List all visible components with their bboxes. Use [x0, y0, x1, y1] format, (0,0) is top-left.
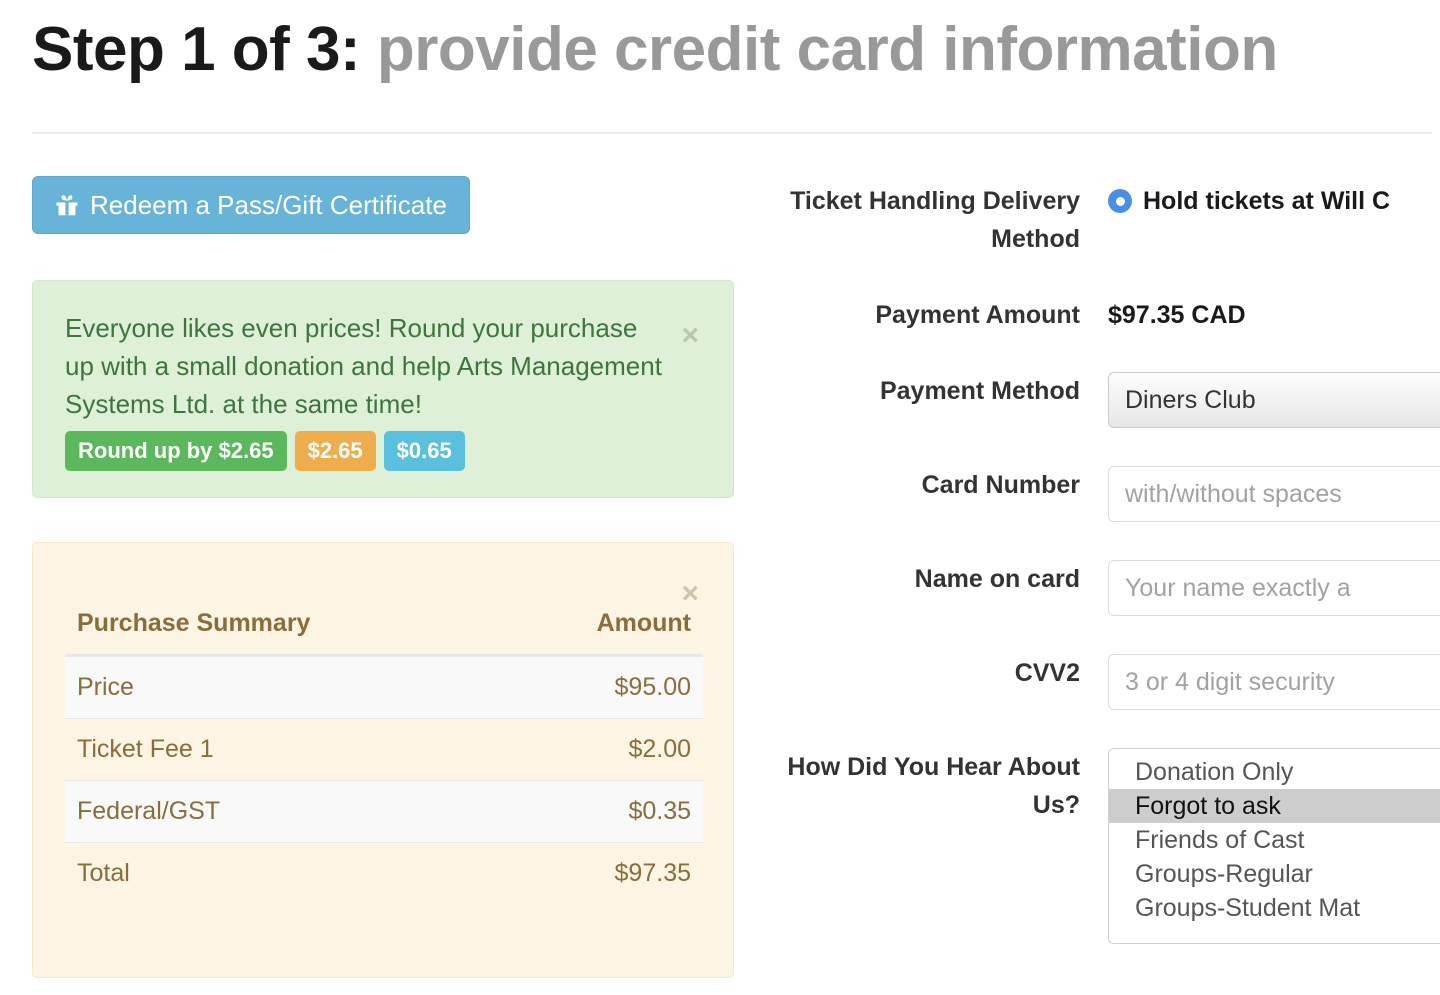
list-item[interactable]: Donation Only: [1109, 755, 1440, 789]
donate-265-button[interactable]: $2.65: [294, 431, 376, 471]
label-delivery-method: Ticket Handling Delivery Method: [790, 187, 1080, 253]
payment-amount-value: $97.35 CAD: [1108, 301, 1246, 329]
row-label: Ticket Fee 1: [65, 718, 502, 781]
list-item[interactable]: Groups-Regular: [1109, 857, 1440, 891]
label-payment-method: Payment Method: [879, 377, 1080, 405]
form-row-payment-amount: Payment Amount $97.35 CAD: [752, 296, 1440, 334]
row-label: Federal/GST: [65, 780, 502, 843]
gift-icon: [55, 193, 79, 217]
name-on-card-input[interactable]: Your name exactly a: [1108, 560, 1440, 616]
donation-roundup-alert: × Everyone likes even prices! Round your…: [32, 280, 734, 498]
payment-method-select[interactable]: Diners Club: [1108, 372, 1440, 428]
list-item[interactable]: Friends of Cast: [1109, 823, 1440, 857]
label-name-on-card: Name on card: [914, 565, 1080, 593]
form-row-hear-about-us: How Did You Hear About Us? Donation Only…: [752, 748, 1440, 944]
label-cvv2: CVV2: [1014, 659, 1080, 687]
radio-button-icon[interactable]: [1108, 189, 1132, 213]
table-header-row: Purchase Summary Amount: [65, 609, 703, 657]
roundup-button-group: Round up by $2.65 $2.65 $0.65: [65, 431, 701, 471]
page-title-heading: Step 1 of 3: provide credit card informa…: [32, 15, 1422, 84]
table-row: Price $95.00: [65, 655, 703, 719]
delivery-method-options: Hold tickets at Will C: [1108, 182, 1440, 220]
hear-about-us-listbox[interactable]: Donation Only Forgot to ask Friends of C…: [1108, 748, 1440, 944]
column-header-summary: Purchase Summary: [65, 609, 502, 657]
close-icon[interactable]: ×: [681, 321, 699, 351]
row-amount: $2.00: [501, 718, 703, 781]
form-row-delivery-method: Ticket Handling Delivery Method Hold tic…: [752, 182, 1440, 258]
row-amount: $97.35: [501, 842, 703, 904]
header-divider: [32, 132, 1432, 134]
donation-alert-message: Everyone likes even prices! Round your p…: [65, 313, 662, 419]
form-row-payment-method: Payment Method Diners Club: [752, 372, 1440, 428]
redeem-pass-gift-certificate-button[interactable]: Redeem a Pass/Gift Certificate: [32, 176, 470, 234]
form-row-card-number: Card Number with/without spaces: [752, 466, 1440, 522]
list-item[interactable]: Groups-Student Mat: [1109, 891, 1440, 925]
credit-card-form: Ticket Handling Delivery Method Hold tic…: [752, 182, 1440, 944]
card-number-input[interactable]: with/without spaces: [1108, 466, 1440, 522]
page-title-subtext: provide credit card information: [360, 15, 1278, 84]
close-icon[interactable]: ×: [681, 579, 699, 609]
table-row: Total $97.35: [65, 842, 703, 904]
column-header-amount: Amount: [501, 609, 703, 657]
label-hear-about-us: How Did You Hear About Us?: [787, 753, 1080, 819]
purchase-summary-table: Purchase Summary Amount Price $95.00 Tic…: [65, 609, 703, 904]
row-amount: $0.35: [501, 780, 703, 843]
form-row-name-on-card: Name on card Your name exactly a: [752, 560, 1440, 616]
label-payment-amount: Payment Amount: [875, 301, 1080, 329]
label-card-number: Card Number: [921, 471, 1080, 499]
left-column: Redeem a Pass/Gift Certificate × Everyon…: [32, 176, 734, 978]
radio-will-call-label: Hold tickets at Will C: [1143, 187, 1391, 215]
radio-will-call[interactable]: Hold tickets at Will C: [1108, 182, 1440, 220]
purchase-summary-panel: × Purchase Summary Amount Price $95.00 T…: [32, 542, 734, 978]
page-title: Step 1 of 3: provide credit card informa…: [32, 15, 1422, 84]
donate-065-button[interactable]: $0.65: [383, 431, 465, 471]
row-label: Price: [65, 655, 502, 719]
list-item[interactable]: Forgot to ask: [1109, 789, 1440, 823]
form-row-cvv2: CVV2 3 or 4 digit security: [752, 654, 1440, 710]
table-row: Ticket Fee 1 $2.00: [65, 718, 703, 781]
cvv2-input[interactable]: 3 or 4 digit security: [1108, 654, 1440, 710]
row-label: Total: [65, 842, 502, 904]
checkout-page: Step 1 of 3: provide credit card informa…: [0, 0, 1440, 995]
table-row: Federal/GST $0.35: [65, 780, 703, 843]
row-amount: $95.00: [501, 655, 703, 719]
redeem-button-label: Redeem a Pass/Gift Certificate: [90, 189, 447, 220]
round-up-button[interactable]: Round up by $2.65: [65, 431, 287, 471]
step-indicator: Step 1 of 3:: [32, 15, 361, 84]
